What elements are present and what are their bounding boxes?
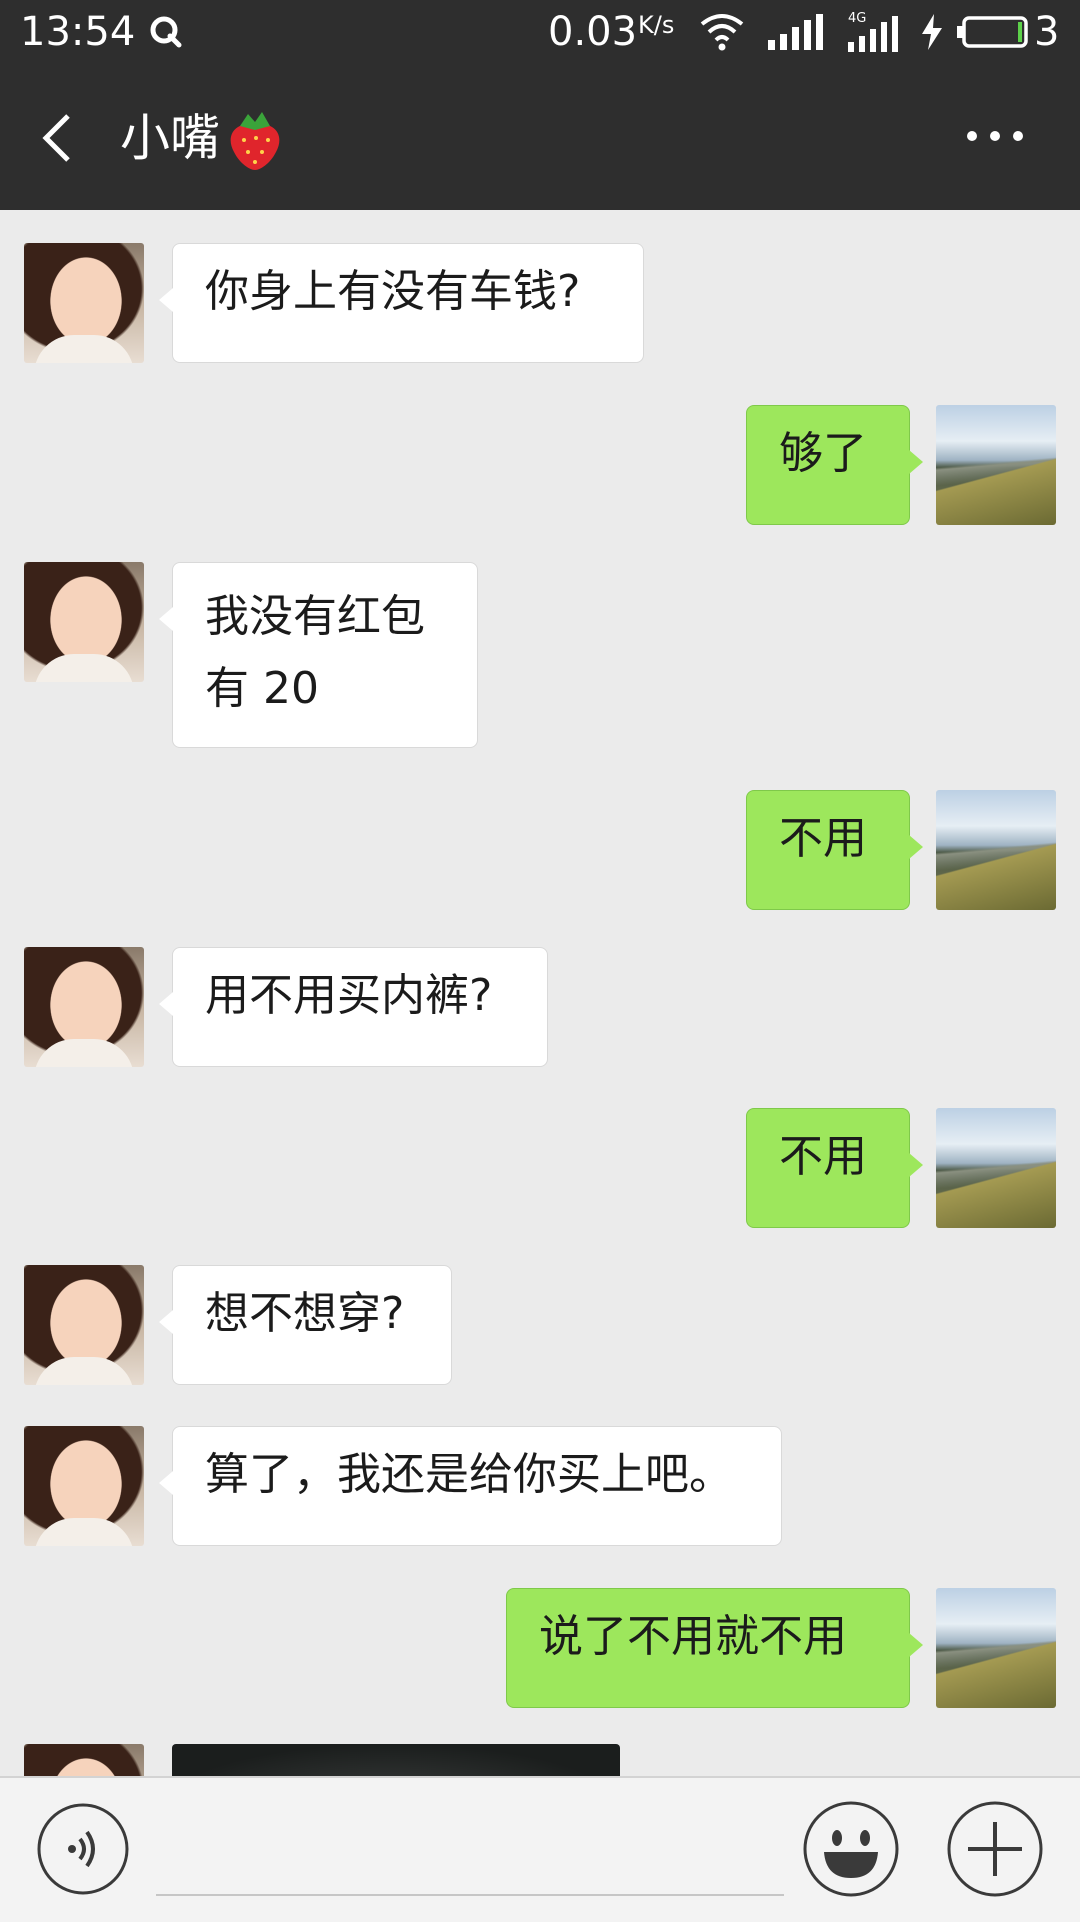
voice-input-button[interactable] <box>36 1802 130 1896</box>
signal-4g-icon: 4G <box>848 11 898 52</box>
message-incoming <box>0 1744 1080 1776</box>
message-text: 不用 <box>779 813 867 864</box>
chat-header: 小嘴 <box>0 64 1080 210</box>
message-text: 用不用买内裤? <box>205 970 493 1021</box>
chat-title: 小嘴 <box>120 109 220 167</box>
status-time: 13:54 <box>20 9 136 55</box>
message-bubble[interactable]: 用不用买内裤? <box>159 947 548 1067</box>
contact-avatar[interactable] <box>24 1744 144 1776</box>
message-incoming: 我没有红包 有 20 <box>0 562 1080 750</box>
message-text: 不用 <box>779 1131 867 1182</box>
message-incoming: 算了，我还是给你买上吧。 <box>0 1426 1080 1548</box>
qq-notification-icon <box>150 16 182 48</box>
message-bubble[interactable]: 算了，我还是给你买上吧。 <box>159 1426 782 1546</box>
message-text: 够了 <box>779 428 867 479</box>
message-bubble[interactable]: 想不想穿? <box>159 1265 452 1385</box>
status-bar: 13:54 0.03 K/s 4G 3 <box>0 0 1080 64</box>
contact-avatar[interactable] <box>24 947 144 1067</box>
message-bubble[interactable]: 够了 <box>746 405 923 525</box>
message-bubble[interactable]: 我没有红包 有 20 <box>159 562 478 748</box>
network-speed: 0.03 <box>548 9 638 55</box>
signal-icon <box>768 14 823 50</box>
wifi-icon <box>700 14 744 51</box>
message-text: 说了不用就不用 <box>539 1611 847 1662</box>
message-text: 你身上有没有车钱? <box>205 266 581 317</box>
back-button[interactable] <box>30 108 90 168</box>
my-avatar[interactable] <box>936 1108 1056 1228</box>
battery-level: 3 <box>1034 9 1060 55</box>
message-list[interactable]: 你身上有没有车钱? 够了 我没有红包 有 20 不用 用不用买内裤? 不用 想不… <box>0 210 1080 1776</box>
message-incoming: 你身上有没有车钱? <box>0 243 1080 365</box>
input-bar <box>0 1776 1080 1922</box>
contact-avatar[interactable] <box>24 1265 144 1385</box>
message-text: 想不想穿? <box>205 1288 405 1339</box>
contact-avatar[interactable] <box>24 243 144 363</box>
message-outgoing: 不用 <box>0 790 1080 912</box>
charging-icon <box>922 14 942 50</box>
network-speed-unit: K/s <box>638 11 675 39</box>
image-message[interactable] <box>172 1744 620 1776</box>
battery-icon <box>957 16 1028 48</box>
message-input[interactable] <box>156 1808 784 1896</box>
contact-avatar[interactable] <box>24 1426 144 1546</box>
message-text-line: 有 20 <box>205 663 319 714</box>
strawberry-icon <box>230 112 280 170</box>
more-options-button[interactable] <box>960 116 1030 156</box>
more-actions-button[interactable] <box>946 1800 1044 1898</box>
message-text-line: 我没有红包 <box>205 591 425 642</box>
message-bubble[interactable]: 你身上有没有车钱? <box>159 243 644 363</box>
message-outgoing: 够了 <box>0 405 1080 527</box>
contact-avatar[interactable] <box>24 562 144 682</box>
message-incoming: 用不用买内裤? <box>0 947 1080 1069</box>
message-outgoing: 不用 <box>0 1108 1080 1230</box>
svg-text:4G: 4G <box>848 11 866 26</box>
my-avatar[interactable] <box>936 405 1056 525</box>
message-incoming: 想不想穿? <box>0 1265 1080 1387</box>
emoji-button[interactable] <box>802 1800 900 1898</box>
message-bubble[interactable]: 不用 <box>746 790 923 910</box>
my-avatar[interactable] <box>936 1588 1056 1708</box>
message-outgoing: 说了不用就不用 <box>0 1588 1080 1710</box>
message-bubble[interactable]: 说了不用就不用 <box>506 1588 923 1708</box>
message-text: 算了，我还是给你买上吧。 <box>205 1449 733 1500</box>
my-avatar[interactable] <box>936 790 1056 910</box>
message-bubble[interactable]: 不用 <box>746 1108 923 1228</box>
